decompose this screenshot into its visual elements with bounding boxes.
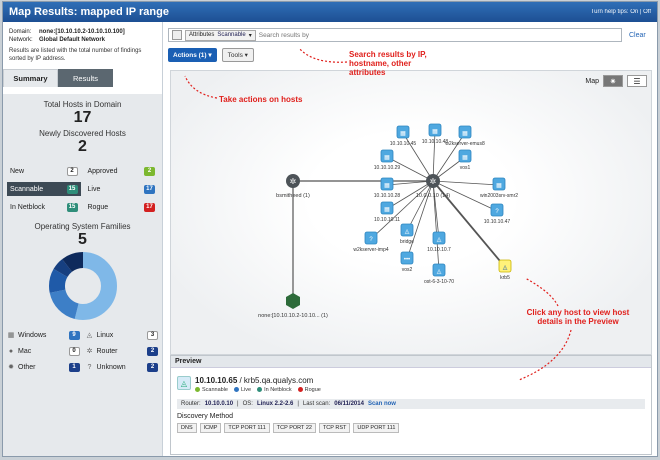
annotation-arrows — [184, 47, 572, 381]
app-window: Map Results: mapped IP range Turn help t… — [2, 1, 658, 457]
